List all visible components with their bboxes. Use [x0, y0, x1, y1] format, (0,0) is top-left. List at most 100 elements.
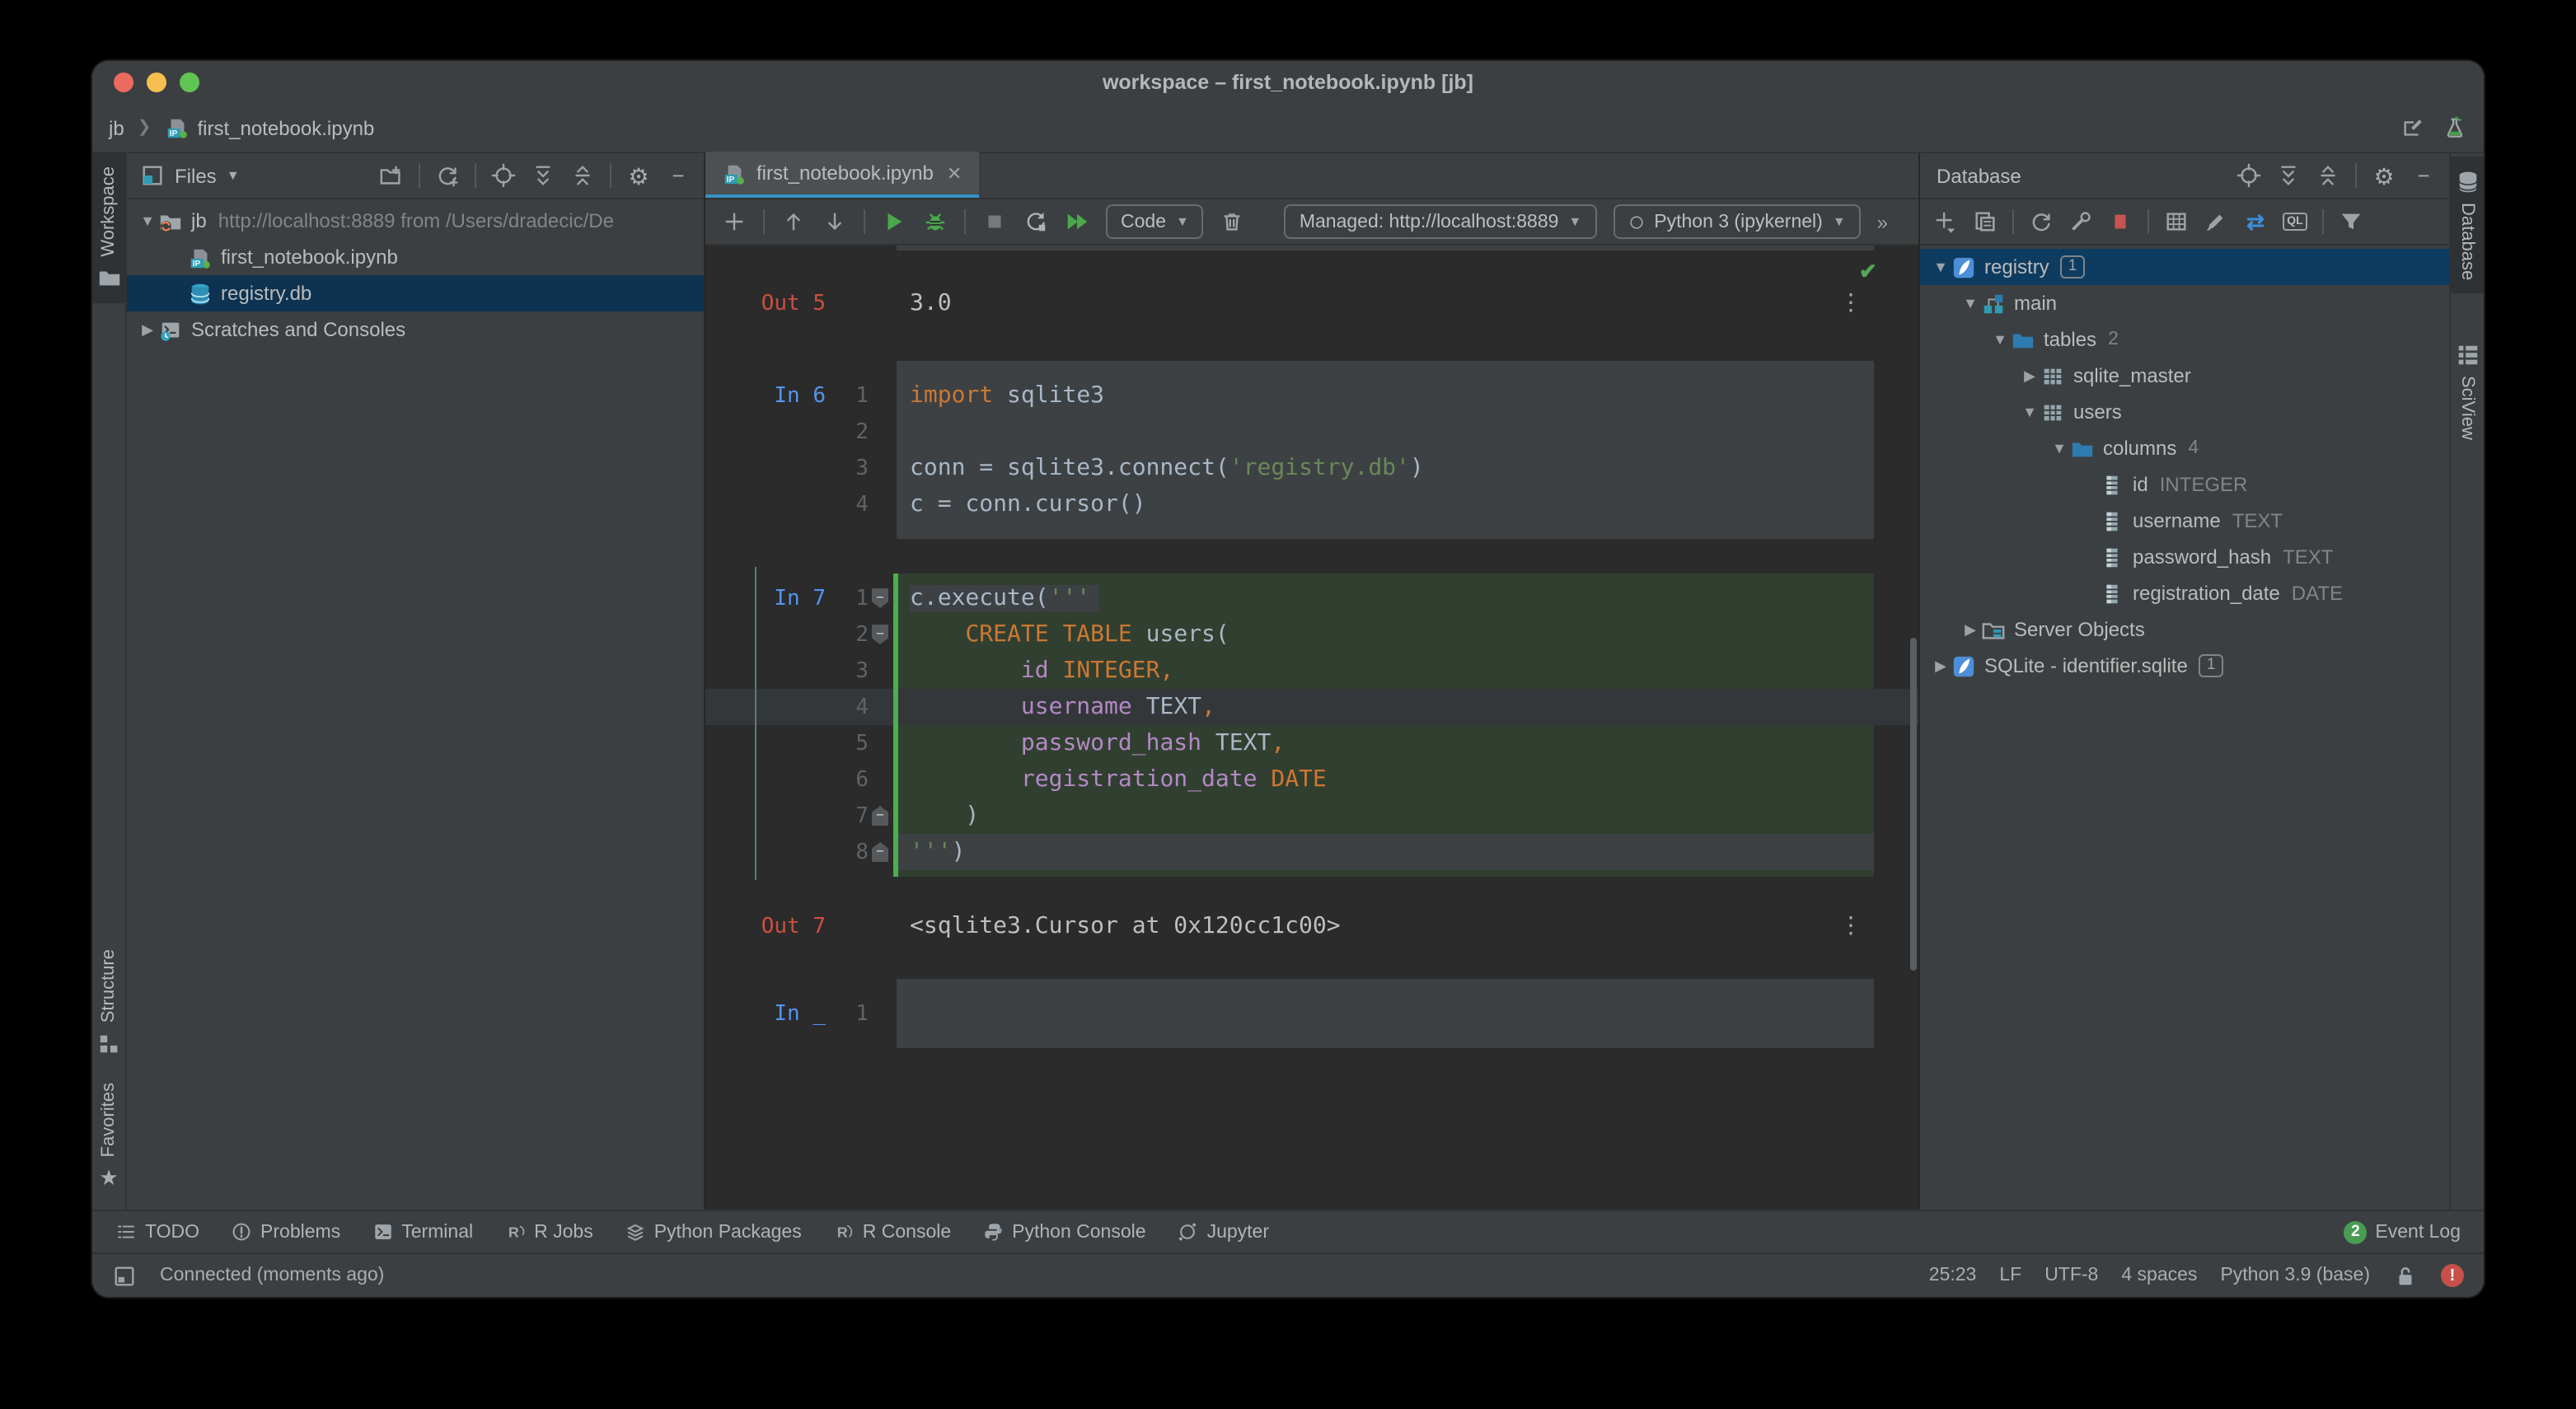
- code-line[interactable]: 3 id INTEGER,: [705, 653, 1918, 689]
- status-item[interactable]: Python 3.9 (base): [2220, 1266, 2370, 1285]
- code-line[interactable]: 4c = conn.cursor(): [705, 486, 1918, 522]
- minimize-window-button[interactable]: [147, 73, 166, 92]
- tree-row-id[interactable]: idINTEGER: [1920, 466, 2449, 503]
- sidebar-tab-structure[interactable]: Structure: [92, 936, 125, 1069]
- more-actions-icon[interactable]: »: [1877, 210, 1888, 233]
- tree-row-password-hash[interactable]: password_hashTEXT: [1920, 539, 2449, 575]
- tree-row-first-notebook-ipynb[interactable]: IPfirst_notebook.ipynb: [127, 239, 704, 275]
- sidebar-tab-database[interactable]: Database: [2451, 157, 2484, 293]
- error-notification-badge[interactable]: !: [2441, 1264, 2464, 1287]
- tool-window-button-problems[interactable]: Problems: [231, 1221, 340, 1243]
- inspections-ok-icon[interactable]: ✔: [1859, 259, 1877, 285]
- chevron-down-icon[interactable]: ▼: [137, 213, 158, 229]
- move-cell-down-button[interactable]: [822, 209, 847, 234]
- code-line[interactable]: 3conn = sqlite3.connect('registry.db'): [705, 450, 1918, 486]
- cell-type-dropdown[interactable]: Code ▼: [1106, 204, 1204, 239]
- delete-cell-button[interactable]: [1220, 209, 1245, 234]
- kernel-dropdown[interactable]: Python 3 (ipykernel) ▼: [1613, 204, 1860, 239]
- tree-row-jb[interactable]: ▼jbhttp://localhost:8889 from /Users/dra…: [127, 203, 704, 239]
- new-folder-icon[interactable]: [379, 163, 404, 188]
- status-item[interactable]: 25:23: [1929, 1266, 1977, 1285]
- chevron-down-icon[interactable]: ▼: [2049, 440, 2070, 456]
- chevron-right-icon[interactable]: ▶: [1960, 620, 1981, 639]
- red-square-icon[interactable]: [2108, 209, 2133, 234]
- chevron-down-icon[interactable]: ▼: [2019, 404, 2040, 420]
- refresh-plus-icon[interactable]: [435, 163, 460, 188]
- code-line[interactable]: 4 username TEXT,: [705, 689, 1918, 725]
- chevron-down-icon[interactable]: ▼: [1930, 259, 1951, 275]
- chevron-down-icon[interactable]: ▼: [227, 169, 240, 182]
- chevron-right-icon[interactable]: ▶: [1930, 657, 1951, 675]
- chevron-right-icon[interactable]: ▶: [137, 321, 158, 339]
- event-log-button[interactable]: 2 Event Log: [2344, 1220, 2461, 1243]
- breadcrumb[interactable]: jb ❯ IP first_notebook.ipynb: [109, 115, 374, 140]
- collapse-all-icon[interactable]: [2316, 163, 2340, 188]
- debug-cell-button[interactable]: [923, 209, 948, 234]
- tree-row-server-objects[interactable]: ▶Server Objects: [1920, 611, 2449, 648]
- stop-kernel-button[interactable]: [982, 209, 1007, 234]
- maximize-window-button[interactable]: [180, 73, 199, 92]
- chevron-down-icon[interactable]: ▼: [1960, 295, 1981, 311]
- tool-window-button-terminal[interactable]: Terminal: [372, 1221, 473, 1243]
- editor-scrollbar[interactable]: [1910, 638, 1917, 971]
- cell-menu-icon[interactable]: ⋮: [1839, 290, 1862, 316]
- tree-row-sqlite-identifier-sqlite[interactable]: ▶SQLite - identifier.sqlite1: [1920, 648, 2449, 684]
- add-cell-button[interactable]: [722, 209, 747, 234]
- status-item[interactable]: LF: [1999, 1266, 2021, 1285]
- copy-icon[interactable]: [1973, 209, 1998, 234]
- code-line[interactable]: In 61import sqlite3: [705, 377, 1918, 414]
- refresh-icon[interactable]: [2029, 209, 2054, 234]
- output-cell-out5[interactable]: Out 53.0⋮: [705, 285, 1918, 321]
- files-panel-title[interactable]: Files: [175, 164, 217, 187]
- jupyter-server-dropdown[interactable]: Managed: http://localhost:8889 ▼: [1285, 204, 1596, 239]
- close-window-button[interactable]: [114, 73, 133, 92]
- tool-window-button-r-console[interactable]: RR Console: [833, 1221, 951, 1243]
- settings-icon[interactable]: ⚙: [2372, 163, 2396, 188]
- tree-row-scratches-and-consoles[interactable]: ▶Scratches and Consoles: [127, 311, 704, 348]
- tool-window-button-todo[interactable]: TODO: [115, 1221, 199, 1243]
- tree-row-registry-db[interactable]: registry.db: [127, 275, 704, 311]
- plus-drop-icon[interactable]: [1933, 209, 1958, 234]
- tool-window-button-r-jobs[interactable]: RR Jobs: [504, 1221, 593, 1243]
- tree-row-main[interactable]: ▼main: [1920, 285, 2449, 321]
- tree-row-tables[interactable]: ▼tables2: [1920, 321, 2449, 358]
- tree-row-users[interactable]: ▼users: [1920, 394, 2449, 430]
- connection-status[interactable]: Connected (moments ago): [160, 1266, 384, 1285]
- code-line[interactable]: In _1: [705, 995, 1918, 1032]
- tool-window-button-jupyter[interactable]: Jupyter: [1178, 1221, 1269, 1243]
- sidebar-tab-favorites[interactable]: Favorites ★: [92, 1070, 125, 1204]
- breadcrumb-project[interactable]: jb: [109, 116, 124, 139]
- close-tab-icon[interactable]: ✕: [947, 162, 962, 184]
- code-cell-inEmpty[interactable]: In _1: [705, 979, 1918, 1048]
- expand-all-icon[interactable]: [531, 163, 555, 188]
- code-line[interactable]: 5 password_hash TEXT,: [705, 725, 1918, 761]
- tree-row-sqlite-master[interactable]: ▶sqlite_master: [1920, 358, 2449, 394]
- locate-icon[interactable]: [491, 163, 516, 188]
- output-cell-out7[interactable]: Out 7<sqlite3.Cursor at 0x120cc1c00>⋮: [705, 908, 1918, 944]
- code-line[interactable]: 6 registration_date DATE: [705, 761, 1918, 798]
- ql-icon[interactable]: QL: [2283, 209, 2307, 234]
- tree-row-registration-date[interactable]: registration_dateDATE: [1920, 575, 2449, 611]
- table-grid-icon[interactable]: [2164, 209, 2189, 234]
- pencil-icon[interactable]: [2204, 209, 2228, 234]
- restart-kernel-button[interactable]: [1023, 209, 1048, 234]
- locate-icon[interactable]: [2236, 163, 2261, 188]
- code-cell-in6[interactable]: In 61import sqlite323conn = sqlite3.conn…: [705, 361, 1918, 539]
- hide-icon[interactable]: −: [666, 163, 691, 188]
- code-line[interactable]: 2: [705, 414, 1918, 450]
- breadcrumb-file[interactable]: first_notebook.ipynb: [197, 116, 374, 139]
- wrench-icon[interactable]: [2068, 209, 2093, 234]
- filter-icon[interactable]: [2339, 209, 2363, 234]
- edit-source-icon[interactable]: [2401, 115, 2426, 140]
- expand-all-icon[interactable]: [2276, 163, 2301, 188]
- status-item[interactable]: 4 spaces: [2121, 1266, 2197, 1285]
- run-cell-button[interactable]: [882, 209, 906, 234]
- sync-icon[interactable]: ⇄: [2243, 209, 2268, 234]
- collapse-all-icon[interactable]: [570, 163, 595, 188]
- tree-row-registry[interactable]: ▼registry1: [1920, 249, 2449, 285]
- tool-window-button-python-packages[interactable]: Python Packages: [625, 1221, 802, 1243]
- move-cell-up-button[interactable]: [781, 209, 806, 234]
- settings-icon[interactable]: ⚙: [626, 163, 651, 188]
- notebook-content[interactable]: Out 53.0⋮ In 61import sqlite323conn = sql…: [705, 246, 1918, 1210]
- tree-row-username[interactable]: usernameTEXT: [1920, 503, 2449, 539]
